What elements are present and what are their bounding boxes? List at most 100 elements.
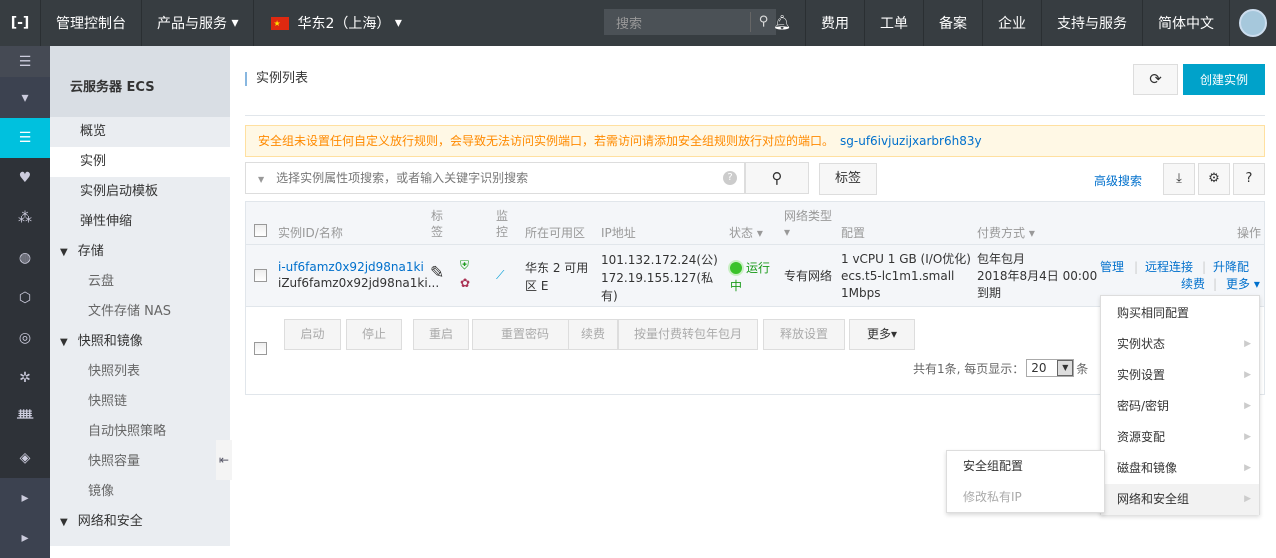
edit-tag-icon[interactable]: ✎ (430, 265, 444, 282)
batch-button[interactable]: 按量付费转包年包月 (618, 319, 758, 350)
storage-icon[interactable]: ◍ (0, 238, 50, 278)
sidebar-item[interactable]: 快照容量 (50, 447, 230, 477)
menu-item[interactable]: 购买相同配置 (1101, 298, 1259, 329)
sidebar-item[interactable]: 快照链 (50, 387, 230, 417)
batch-button[interactable]: 更多▾ (849, 319, 915, 350)
batch-button[interactable]: 启动 (284, 319, 341, 350)
batch-button[interactable]: 停止 (346, 319, 402, 350)
region-selector[interactable]: ★ 华东2（上海） ▾ (254, 0, 416, 46)
sidebar-item[interactable]: 实例 (50, 147, 230, 177)
eye-icon[interactable]: ◎ (0, 318, 50, 358)
more-label: 更多 (1226, 277, 1251, 291)
sidebar-item[interactable]: 存储 (50, 237, 230, 267)
menu-item[interactable]: 资源变配 ▶ (1101, 422, 1259, 453)
batch-button[interactable]: 重启 (413, 319, 469, 350)
nav-enterprise[interactable]: 企业 (982, 0, 1041, 46)
menu-item[interactable]: 网络和安全组 ▶ (1101, 484, 1259, 515)
export-button[interactable]: ⤓ (1163, 163, 1195, 195)
table-header: 实例ID/名称 标签 监控 所在可用区 IP地址 状态 ▾ 网络类型 ▾ 配置 付… (246, 202, 1264, 245)
config-bandwidth: 1Mbps (841, 286, 881, 300)
more-actions-link[interactable]: 更多 ▾ (1226, 276, 1260, 292)
sidebar-item[interactable]: 文件存储 NAS (50, 297, 230, 327)
cluster-icon[interactable]: ✲ (0, 358, 50, 398)
select-all-checkbox[interactable] (254, 224, 267, 237)
expand-icon[interactable]: ▸ (0, 478, 50, 518)
tag-filter-button[interactable]: 标签 (819, 163, 877, 195)
filter-dropdown-icon[interactable]: ▼ (258, 175, 264, 184)
app-icon[interactable]: ✿ (460, 275, 470, 291)
col-billing-label: 付费方式 (977, 226, 1026, 240)
expand-icon-2[interactable]: ▸ (0, 518, 50, 558)
instance-search-input[interactable]: ▼ 选择实例属性项搜索，或者输入关键字识别搜索? (245, 162, 745, 194)
nav-support[interactable]: 支持与服务 (1041, 0, 1142, 46)
ecs-server-icon[interactable]: ☰ (0, 118, 50, 158)
cdn-icon[interactable]: ◈ (0, 438, 50, 478)
col-network[interactable]: 网络类型 ▾ (784, 208, 832, 240)
menu-icon[interactable]: ☰ (0, 46, 50, 77)
menu-item-label: 网络和安全组 (1117, 492, 1190, 506)
col-zone: 所在可用区 (525, 226, 586, 240)
nav-fees[interactable]: 费用 (805, 0, 864, 46)
zone: 华东 2 可用区 E (525, 261, 589, 293)
menu-item[interactable]: 实例状态 ▶ (1101, 329, 1259, 360)
chevron-right-icon: ▶ (1244, 339, 1251, 349)
col-status[interactable]: 状态 ▾ (729, 225, 763, 241)
col-ip: IP地址 (601, 226, 636, 240)
security-shield-icon[interactable]: ⛨ (460, 257, 469, 273)
top-search-input[interactable]: 搜索 ⚲ (604, 9, 776, 35)
batch-button[interactable]: 续费 (568, 319, 618, 350)
security-group-link[interactable]: sg-uf6ivjuzijxarbr6h83y (840, 134, 982, 148)
sidebar-item[interactable]: 自动快照策略 (50, 417, 230, 447)
batch-button[interactable]: 释放设置 (763, 319, 845, 350)
nav-icp[interactable]: 备案 (923, 0, 982, 46)
ip-address: 101.132.172.24(公) 172.19.155.127(私有) (601, 251, 719, 305)
divider (245, 115, 1265, 116)
manage-link[interactable]: 管理 (1100, 259, 1124, 275)
sidebar-item[interactable]: 快照列表 (50, 357, 230, 387)
advanced-search-link[interactable]: 高级搜索 (1094, 172, 1142, 189)
create-instance-button[interactable]: 创建实例 (1183, 64, 1265, 95)
database-icon[interactable]: ♥ (0, 158, 50, 198)
help-icon[interactable]: ? (723, 171, 737, 185)
sidebar-item[interactable]: 快照和镜像 (50, 327, 230, 357)
menu-item[interactable]: 实例设置 ▶ (1101, 360, 1259, 391)
col-tag: 标签 (431, 209, 444, 239)
refresh-button[interactable]: ⟳ (1133, 64, 1178, 95)
col-billing[interactable]: 付费方式 ▾ (977, 225, 1035, 241)
network-icon[interactable]: ⁂ (0, 198, 50, 238)
resize-link[interactable]: 升降配 (1213, 259, 1249, 275)
products-menu[interactable]: 产品与服务 ▾ (142, 0, 255, 46)
sidebar-item[interactable]: 云盘 (50, 267, 230, 297)
security-icon[interactable]: ⬡ (0, 278, 50, 318)
logo-icon[interactable]: [-] (0, 0, 41, 46)
caret-down-icon[interactable]: ▾ (0, 77, 50, 118)
sidebar-item[interactable]: 概览 (50, 117, 230, 147)
analytics-icon[interactable]: ᚙ (0, 398, 50, 438)
console-link[interactable]: 管理控制台 (41, 0, 142, 46)
nav-tickets[interactable]: 工单 (864, 0, 923, 46)
sidebar-item[interactable]: 实例启动模板 (50, 177, 230, 207)
menu-item[interactable]: 密码/密钥 ▶ (1101, 391, 1259, 422)
batch-select-checkbox[interactable] (254, 342, 267, 355)
renew-link[interactable]: 续费 (1181, 276, 1205, 292)
row-checkbox[interactable] (254, 269, 267, 282)
chevron-down-icon: ▼ (1057, 360, 1074, 376)
monitor-chart-icon[interactable]: ⟋ (496, 267, 504, 283)
menu-item[interactable]: 磁盘和镜像 ▶ (1101, 453, 1259, 484)
network-security-submenu: 安全组配置 修改私有IP (946, 450, 1105, 513)
page-size-value: 20 (1031, 361, 1047, 375)
batch-button[interactable]: 重置密码 (472, 319, 578, 350)
sidebar-item[interactable]: 网络和安全 (50, 507, 230, 537)
submenu-item[interactable]: 安全组配置 (947, 451, 1104, 482)
sidebar-item[interactable]: 镜像 (50, 477, 230, 507)
avatar[interactable] (1229, 0, 1276, 46)
bell-icon[interactable]: 🔔︎ (759, 0, 805, 46)
help-button[interactable]: ? (1233, 163, 1265, 195)
remote-connect-link[interactable]: 远程连接 (1145, 259, 1193, 275)
instance-id-link[interactable]: i-uf6famz0x92jd98na1ki (278, 259, 439, 275)
search-button[interactable]: ⚲ (745, 162, 809, 194)
page-size-select[interactable]: 20 ▼ (1026, 359, 1075, 377)
sidebar-item[interactable]: 弹性伸缩 (50, 207, 230, 237)
nav-language[interactable]: 简体中文 (1142, 0, 1229, 46)
settings-button[interactable]: ⚙ (1198, 163, 1230, 195)
